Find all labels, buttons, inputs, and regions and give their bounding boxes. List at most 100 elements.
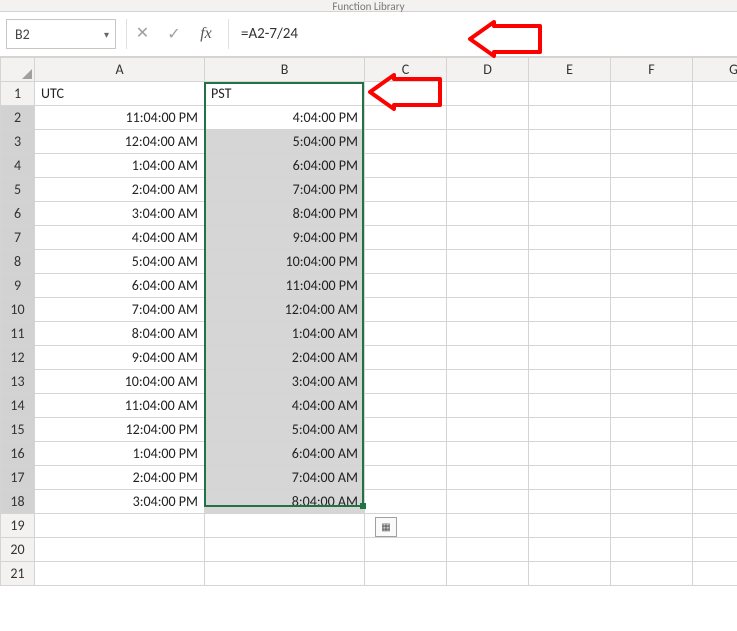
spreadsheet-grid[interactable]: A B C D E F G 1UTCPST211:04:00 PM4:04:00…: [0, 57, 737, 586]
cell-G16[interactable]: [693, 442, 737, 466]
cell-E6[interactable]: [529, 202, 611, 226]
cell-A9[interactable]: 6:04:00 AM: [35, 274, 205, 298]
cell-C5[interactable]: [365, 178, 447, 202]
cell-B1[interactable]: PST: [205, 82, 365, 106]
cell-B6[interactable]: 8:04:00 PM: [205, 202, 365, 226]
cell-A14[interactable]: 11:04:00 AM: [35, 394, 205, 418]
cell-C3[interactable]: [365, 130, 447, 154]
cell-B15[interactable]: 5:04:00 AM: [205, 418, 365, 442]
cell-A18[interactable]: 3:04:00 PM: [35, 490, 205, 514]
cell-D3[interactable]: [447, 130, 529, 154]
cell-A3[interactable]: 12:04:00 AM: [35, 130, 205, 154]
cell-A1[interactable]: UTC: [35, 82, 205, 106]
cell-C10[interactable]: [365, 298, 447, 322]
cell-C11[interactable]: [365, 322, 447, 346]
cell-G5[interactable]: [693, 178, 737, 202]
col-header-F[interactable]: F: [611, 58, 693, 82]
cell-A5[interactable]: 2:04:00 AM: [35, 178, 205, 202]
cell-F1[interactable]: [611, 82, 693, 106]
cell-C14[interactable]: [365, 394, 447, 418]
cell-D15[interactable]: [447, 418, 529, 442]
cell-D5[interactable]: [447, 178, 529, 202]
row-header-8[interactable]: 8: [1, 250, 35, 274]
cell-B10[interactable]: 12:04:00 AM: [205, 298, 365, 322]
cell-B17[interactable]: 7:04:00 AM: [205, 466, 365, 490]
cell-D21[interactable]: [447, 562, 529, 586]
row-header-13[interactable]: 13: [1, 370, 35, 394]
cell-E11[interactable]: [529, 322, 611, 346]
cell-D6[interactable]: [447, 202, 529, 226]
cell-B14[interactable]: 4:04:00 AM: [205, 394, 365, 418]
cell-E15[interactable]: [529, 418, 611, 442]
cell-D18[interactable]: [447, 490, 529, 514]
col-header-C[interactable]: C: [365, 58, 447, 82]
cell-G1[interactable]: [693, 82, 737, 106]
cell-E19[interactable]: [529, 514, 611, 538]
row-header-4[interactable]: 4: [1, 154, 35, 178]
cell-A10[interactable]: 7:04:00 AM: [35, 298, 205, 322]
cell-D1[interactable]: [447, 82, 529, 106]
cell-B9[interactable]: 11:04:00 PM: [205, 274, 365, 298]
cell-C18[interactable]: [365, 490, 447, 514]
cell-E13[interactable]: [529, 370, 611, 394]
cell-D19[interactable]: [447, 514, 529, 538]
cell-B7[interactable]: 9:04:00 PM: [205, 226, 365, 250]
cell-D12[interactable]: [447, 346, 529, 370]
cell-A17[interactable]: 2:04:00 PM: [35, 466, 205, 490]
cell-C7[interactable]: [365, 226, 447, 250]
cell-E7[interactable]: [529, 226, 611, 250]
cell-A19[interactable]: [35, 514, 205, 538]
cell-D14[interactable]: [447, 394, 529, 418]
cell-B16[interactable]: 6:04:00 AM: [205, 442, 365, 466]
cell-A13[interactable]: 10:04:00 AM: [35, 370, 205, 394]
cell-G8[interactable]: [693, 250, 737, 274]
cell-A7[interactable]: 4:04:00 AM: [35, 226, 205, 250]
cell-G20[interactable]: [693, 538, 737, 562]
cell-D7[interactable]: [447, 226, 529, 250]
enter-formula-button[interactable]: ✓: [158, 24, 190, 44]
row-header-9[interactable]: 9: [1, 274, 35, 298]
cell-C4[interactable]: [365, 154, 447, 178]
cell-E2[interactable]: [529, 106, 611, 130]
cell-A2[interactable]: 11:04:00 PM: [35, 106, 205, 130]
autofill-options-icon[interactable]: ▦: [375, 517, 397, 537]
cell-F21[interactable]: [611, 562, 693, 586]
row-header-14[interactable]: 14: [1, 394, 35, 418]
cell-G15[interactable]: [693, 418, 737, 442]
cell-B20[interactable]: [205, 538, 365, 562]
cell-C8[interactable]: [365, 250, 447, 274]
cell-F16[interactable]: [611, 442, 693, 466]
col-header-E[interactable]: E: [529, 58, 611, 82]
cell-C21[interactable]: [365, 562, 447, 586]
cell-F10[interactable]: [611, 298, 693, 322]
cell-E9[interactable]: [529, 274, 611, 298]
cell-D11[interactable]: [447, 322, 529, 346]
cell-D9[interactable]: [447, 274, 529, 298]
cell-B4[interactable]: 6:04:00 PM: [205, 154, 365, 178]
cell-B19[interactable]: [205, 514, 365, 538]
cell-G18[interactable]: [693, 490, 737, 514]
col-header-G[interactable]: G: [693, 58, 737, 82]
row-header-15[interactable]: 15: [1, 418, 35, 442]
cell-C16[interactable]: [365, 442, 447, 466]
cell-E12[interactable]: [529, 346, 611, 370]
cell-F3[interactable]: [611, 130, 693, 154]
cell-D16[interactable]: [447, 442, 529, 466]
row-header-3[interactable]: 3: [1, 130, 35, 154]
cell-E16[interactable]: [529, 442, 611, 466]
cell-D10[interactable]: [447, 298, 529, 322]
cell-B21[interactable]: [205, 562, 365, 586]
cell-F19[interactable]: [611, 514, 693, 538]
cell-D8[interactable]: [447, 250, 529, 274]
cell-B11[interactable]: 1:04:00 AM: [205, 322, 365, 346]
cell-E5[interactable]: [529, 178, 611, 202]
cell-C1[interactable]: [365, 82, 447, 106]
cell-B12[interactable]: 2:04:00 AM: [205, 346, 365, 370]
cell-B5[interactable]: 7:04:00 PM: [205, 178, 365, 202]
cell-B2[interactable]: 4:04:00 PM: [205, 106, 365, 130]
cell-G14[interactable]: [693, 394, 737, 418]
name-box-dropdown-icon[interactable]: ▾: [104, 28, 109, 41]
select-all-corner[interactable]: [1, 58, 35, 82]
col-header-B[interactable]: B: [205, 58, 365, 82]
row-header-7[interactable]: 7: [1, 226, 35, 250]
